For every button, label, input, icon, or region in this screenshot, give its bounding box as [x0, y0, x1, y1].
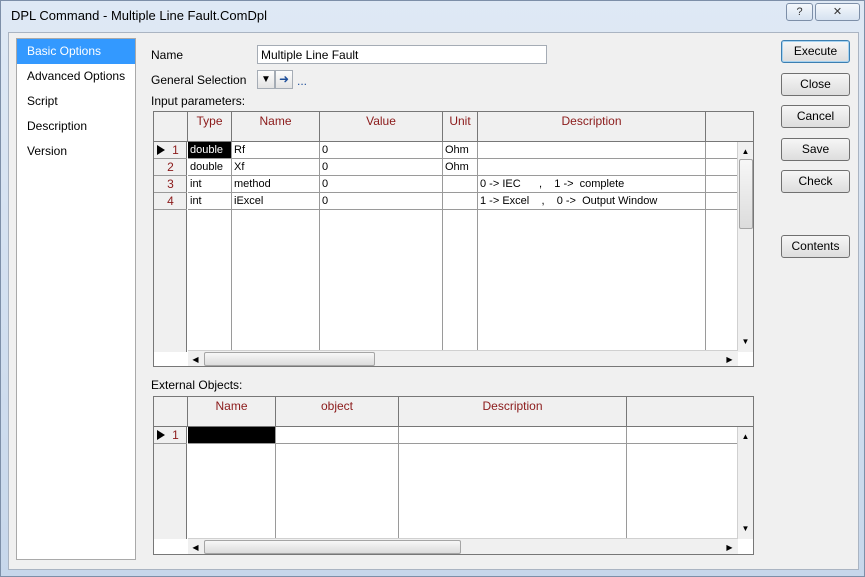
- general-selection-label: General Selection: [151, 73, 247, 87]
- window-title: DPL Command - Multiple Line Fault.ComDpl: [11, 8, 268, 23]
- input-table-hscrollbar[interactable]: ◀ ▶: [188, 350, 738, 366]
- header-object[interactable]: object: [276, 397, 399, 427]
- header-corner: [154, 397, 188, 427]
- header-description[interactable]: Description: [478, 112, 706, 142]
- nav-version[interactable]: Version: [17, 139, 135, 164]
- close-window-button[interactable]: ✕: [815, 3, 860, 21]
- header-value[interactable]: Value: [320, 112, 443, 142]
- external-table-vscrollbar[interactable]: ▲ ▼: [737, 427, 753, 539]
- name-input[interactable]: [257, 45, 547, 64]
- cell-description[interactable]: 0 -> IEC , 1 -> complete: [478, 176, 705, 192]
- dialog-body: Basic Options Advanced Options Script De…: [8, 32, 859, 570]
- cancel-button[interactable]: Cancel: [781, 105, 850, 128]
- cell-type[interactable]: double: [188, 142, 231, 158]
- external-objects-label: External Objects:: [151, 378, 243, 392]
- scroll-left-icon[interactable]: ◀: [188, 540, 203, 554]
- cell-name[interactable]: Rf: [232, 142, 319, 158]
- input-table-header: Type Name Value Unit Description: [154, 112, 753, 142]
- table-row[interactable]: double Rf 0 Ohm: [188, 142, 738, 159]
- cell-name[interactable]: iExcel: [232, 193, 319, 209]
- check-button[interactable]: Check: [781, 170, 850, 193]
- header-name[interactable]: Name: [232, 112, 320, 142]
- cell-value[interactable]: 0: [320, 159, 442, 175]
- current-row-arrow-icon: [157, 430, 165, 440]
- header-type[interactable]: Type: [188, 112, 232, 142]
- cell-object[interactable]: [276, 427, 398, 443]
- input-parameters-label: Input parameters:: [151, 94, 246, 108]
- nav-description[interactable]: Description: [17, 114, 135, 139]
- arrow-right-icon: ➜: [278, 72, 290, 86]
- row-number[interactable]: 1: [154, 427, 187, 444]
- jump-to-selection-button[interactable]: ➜: [275, 70, 293, 89]
- row-number[interactable]: 4: [154, 193, 187, 210]
- scroll-down-icon[interactable]: ▼: [738, 521, 753, 536]
- cell-type[interactable]: double: [188, 159, 231, 175]
- cell-type[interactable]: int: [188, 176, 231, 192]
- header-name[interactable]: Name: [188, 397, 276, 427]
- title-bar: DPL Command - Multiple Line Fault.ComDpl…: [1, 1, 864, 31]
- cell-name[interactable]: [188, 427, 275, 443]
- header-corner: [154, 112, 188, 142]
- cell-unit[interactable]: [443, 176, 477, 192]
- contents-button[interactable]: Contents: [781, 235, 850, 258]
- cell-description[interactable]: [478, 142, 705, 158]
- table-row[interactable]: double Xf 0 Ohm: [188, 159, 738, 176]
- nav-basic-options[interactable]: Basic Options: [17, 39, 135, 64]
- scroll-left-icon[interactable]: ◀: [188, 352, 203, 366]
- cell-description[interactable]: [399, 427, 626, 443]
- external-table-hscrollbar[interactable]: ◀ ▶: [188, 538, 738, 554]
- triangle-down-icon: ▼: [261, 74, 271, 85]
- close-button[interactable]: Close: [781, 73, 850, 96]
- header-description[interactable]: Description: [399, 397, 627, 427]
- scroll-right-icon[interactable]: ▶: [722, 540, 737, 554]
- external-table-header: Name object Description: [154, 397, 753, 427]
- dpl-command-window: DPL Command - Multiple Line Fault.ComDpl…: [0, 0, 865, 577]
- cell-type[interactable]: int: [188, 193, 231, 209]
- nav-script[interactable]: Script: [17, 89, 135, 114]
- table-row[interactable]: int method 0 0 -> IEC , 1 -> complete: [188, 176, 738, 193]
- name-label: Name: [151, 48, 184, 62]
- vscroll-thumb[interactable]: [739, 159, 753, 229]
- row-number[interactable]: 1: [154, 142, 187, 159]
- scroll-down-icon[interactable]: ▼: [738, 334, 753, 349]
- scroll-right-icon[interactable]: ▶: [722, 352, 737, 366]
- hscroll-thumb[interactable]: [204, 352, 375, 366]
- help-button[interactable]: ?: [786, 3, 813, 21]
- input-table-vscrollbar[interactable]: ▲ ▼: [737, 142, 753, 352]
- current-row-arrow-icon: [157, 145, 165, 155]
- table-row[interactable]: int iExcel 0 1 -> Excel , 0 -> Output Wi…: [188, 193, 738, 210]
- options-nav: Basic Options Advanced Options Script De…: [16, 38, 136, 560]
- cell-unit[interactable]: Ohm: [443, 142, 477, 158]
- cell-description[interactable]: 1 -> Excel , 0 -> Output Window: [478, 193, 705, 209]
- table-row[interactable]: [188, 427, 738, 444]
- save-button[interactable]: Save: [781, 138, 850, 161]
- cell-value[interactable]: 0: [320, 193, 442, 209]
- cell-unit[interactable]: Ohm: [443, 159, 477, 175]
- selection-dropdown-button[interactable]: ▼: [257, 70, 275, 89]
- cell-name[interactable]: method: [232, 176, 319, 192]
- hscroll-thumb[interactable]: [204, 540, 461, 554]
- nav-advanced-options[interactable]: Advanced Options: [17, 64, 135, 89]
- scroll-up-icon[interactable]: ▲: [738, 429, 753, 444]
- row-number[interactable]: 2: [154, 159, 187, 176]
- header-unit[interactable]: Unit: [443, 112, 478, 142]
- external-objects-table: Name object Description 1 ▲ ▼ ◀ ▶: [153, 396, 754, 555]
- input-parameters-table: Type Name Value Unit Description 1 doubl…: [153, 111, 754, 367]
- execute-button[interactable]: Execute: [781, 40, 850, 63]
- cell-unit[interactable]: [443, 193, 477, 209]
- cell-description[interactable]: [478, 159, 705, 175]
- scroll-up-icon[interactable]: ▲: [738, 144, 753, 159]
- cell-value[interactable]: 0: [320, 176, 442, 192]
- cell-value[interactable]: 0: [320, 142, 442, 158]
- cell-name[interactable]: Xf: [232, 159, 319, 175]
- selection-ellipsis[interactable]: ...: [297, 74, 307, 88]
- row-number[interactable]: 3: [154, 176, 187, 193]
